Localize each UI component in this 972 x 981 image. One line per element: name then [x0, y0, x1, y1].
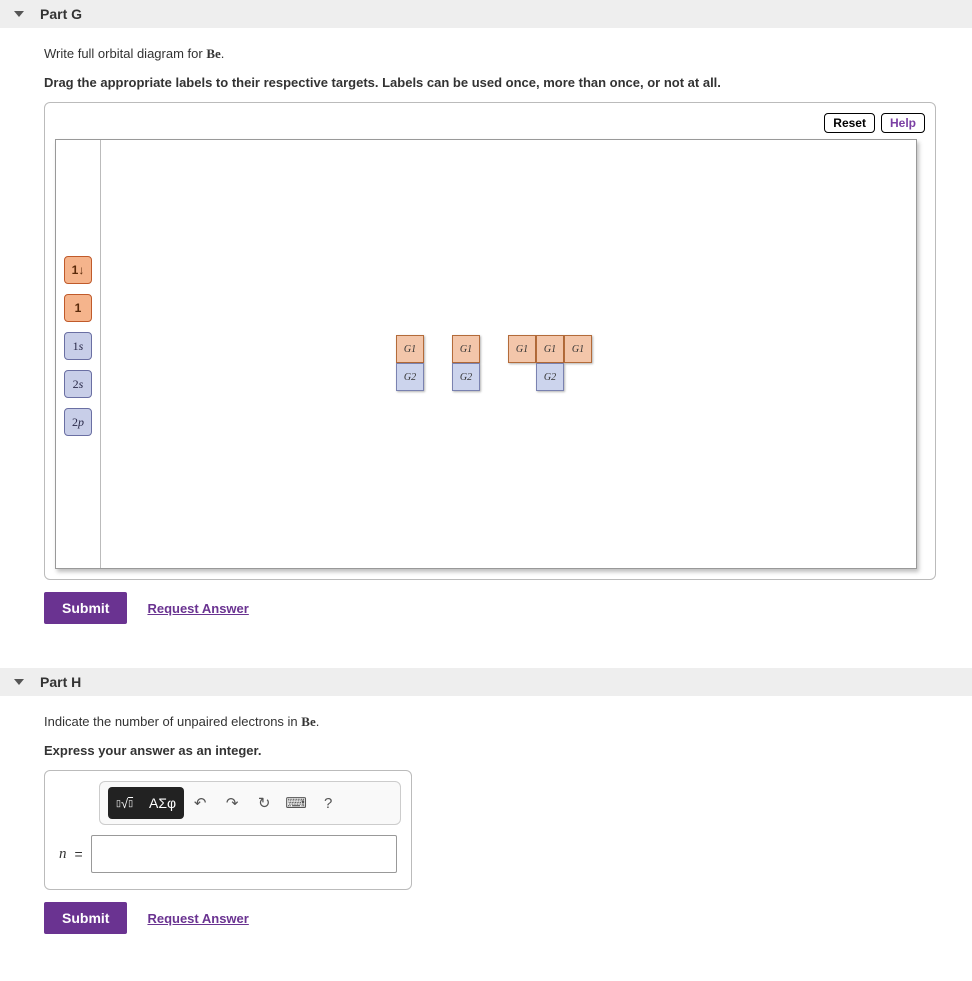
target-g1[interactable]: G1 [508, 335, 536, 363]
chevron-down-icon [14, 11, 24, 17]
request-answer-link[interactable]: Request Answer [147, 601, 248, 616]
answer-panel: ▯√▯ ΑΣφ ↶ ↷ ↻ ⌨ ? n = [44, 770, 412, 890]
palette-separator [100, 140, 101, 568]
equation-toolbar: ▯√▯ ΑΣφ ↶ ↷ ↻ ⌨ ? [99, 781, 401, 825]
part-g-title: Part G [40, 6, 82, 22]
part-g-instruction: Drag the appropriate labels to their res… [44, 75, 928, 90]
part-h-body: Indicate the number of unpaired electron… [0, 696, 972, 958]
undo-icon[interactable]: ↶ [184, 787, 216, 819]
request-answer-link[interactable]: Request Answer [147, 911, 248, 926]
chip-1s[interactable]: 1s [64, 332, 92, 360]
part-h-instruction: Express your answer as an integer. [44, 743, 928, 758]
chip-spin-up[interactable]: 1 [64, 294, 92, 322]
target-g1[interactable]: G1 [452, 335, 480, 363]
target-g2[interactable]: G2 [536, 363, 564, 391]
part-g-prompt: Write full orbital diagram for Be. [44, 46, 928, 62]
target-col-1: G1 G2 [396, 335, 424, 391]
chevron-down-icon [14, 679, 24, 685]
target-g1[interactable]: G1 [564, 335, 592, 363]
greek-letters-button[interactable]: ΑΣφ [141, 787, 184, 819]
prompt-element: Be [301, 714, 315, 729]
target-col-2: G1 G2 [452, 335, 480, 391]
redo-icon[interactable]: ↷ [216, 787, 248, 819]
keyboard-icon[interactable]: ⌨ [280, 787, 312, 819]
submit-button[interactable]: Submit [44, 592, 127, 624]
part-g-body: Write full orbital diagram for Be. Drag … [0, 28, 972, 648]
help-icon[interactable]: ? [312, 787, 344, 819]
answer-input[interactable] [91, 835, 397, 873]
prompt-post: . [221, 46, 225, 61]
part-h-header[interactable]: Part H [0, 668, 972, 696]
drag-drop-panel: Reset Help 1↓ 1 1s 2s 2p G1 G2 G1 G2 [44, 102, 936, 580]
chip-spin-pair[interactable]: 1↓ [64, 256, 92, 284]
part-g-header[interactable]: Part G [0, 0, 972, 28]
part-h-prompt: Indicate the number of unpaired electron… [44, 714, 928, 730]
submit-button[interactable]: Submit [44, 902, 127, 934]
prompt-pre: Indicate the number of unpaired electron… [44, 714, 301, 729]
part-h-title: Part H [40, 674, 81, 690]
templates-button[interactable]: ▯√▯ [108, 787, 141, 819]
reset-icon[interactable]: ↻ [248, 787, 280, 819]
chip-label: 1 [75, 301, 82, 315]
prompt-post: . [316, 714, 320, 729]
help-button[interactable]: Help [881, 113, 925, 133]
chip-2s[interactable]: 2s [64, 370, 92, 398]
prompt-pre: Write full orbital diagram for [44, 46, 206, 61]
target-g2[interactable]: G2 [452, 363, 480, 391]
target-col-3: G1 G1 G1 G2 [508, 335, 592, 391]
prompt-element: Be [206, 46, 220, 61]
target-g1[interactable]: G1 [536, 335, 564, 363]
equals-sign: = [75, 846, 83, 862]
target-g1[interactable]: G1 [396, 335, 424, 363]
label-palette: 1↓ 1 1s 2s 2p [64, 256, 92, 436]
target-g2[interactable]: G2 [396, 363, 424, 391]
chip-label: 1↓ [72, 263, 85, 277]
reset-button[interactable]: Reset [824, 113, 875, 133]
drag-canvas[interactable]: 1↓ 1 1s 2s 2p G1 G2 G1 G2 G1 G1 [55, 139, 917, 569]
variable-label: n [59, 846, 67, 863]
chip-2p[interactable]: 2p [64, 408, 92, 436]
